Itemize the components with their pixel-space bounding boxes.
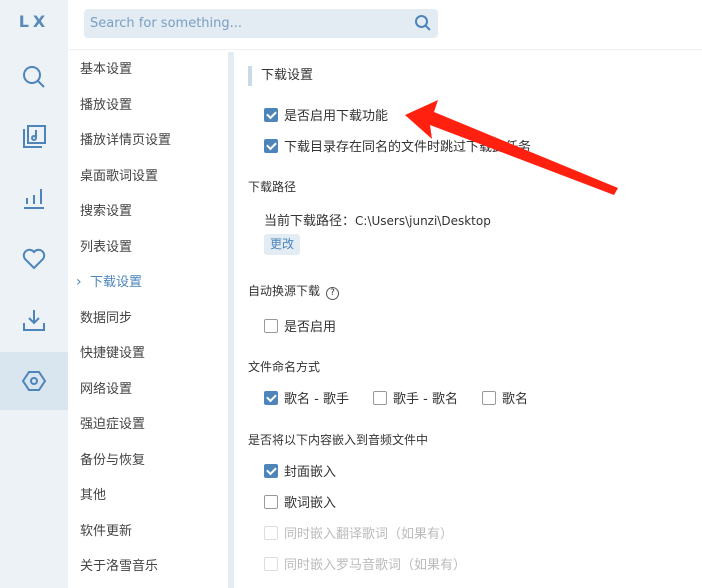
embed-option[interactable]: 歌词嵌入: [264, 492, 336, 511]
embed-option: 同时嵌入罗马音歌词（如果有）: [264, 554, 466, 573]
naming-option[interactable]: 歌手 - 歌名: [373, 388, 458, 407]
path-value: C:\Users\junzi\Desktop: [355, 214, 491, 228]
embed-heading: 是否将以下内容嵌入到音频文件中: [248, 433, 429, 447]
nav-item[interactable]: 软件更新: [68, 514, 228, 550]
checkbox-label: 歌名 - 歌手: [284, 392, 349, 407]
checkbox-box[interactable]: [264, 390, 278, 405]
checkbox-box[interactable]: [264, 107, 278, 122]
skip-existing-checkbox[interactable]: 下载目录存在同名的文件时跳过下载此任务: [264, 136, 531, 155]
checkbox-label: 封面嵌入: [284, 465, 337, 480]
settings-nav: 基本设置播放设置播放详情页设置桌面歌词设置搜索设置列表设置下载设置数据同步快捷键…: [68, 52, 228, 585]
embed-option: 同时嵌入翻译歌词（如果有）: [264, 523, 453, 542]
rail-download[interactable]: [0, 291, 68, 349]
auto-source-checkbox[interactable]: 是否启用: [264, 316, 336, 335]
side-rail: LX: [0, 0, 68, 588]
rail-search[interactable]: [0, 48, 68, 106]
checkbox-box: [264, 525, 278, 540]
naming-option[interactable]: 歌名: [482, 388, 528, 407]
nav-item[interactable]: 数据同步: [68, 301, 228, 337]
checkbox-label: 同时嵌入罗马音歌词（如果有）: [284, 558, 467, 573]
checkbox-box[interactable]: [264, 318, 278, 333]
auto-source-heading: 自动换源下载?: [248, 282, 340, 300]
checkbox-box: [264, 556, 278, 571]
nav-item[interactable]: 下载设置: [68, 265, 228, 301]
checkbox-label: 歌手 - 歌名: [393, 392, 458, 407]
nav-item[interactable]: 备份与恢复: [68, 443, 228, 479]
nav-item[interactable]: 其他: [68, 478, 228, 514]
embed-option[interactable]: 封面嵌入: [264, 461, 336, 480]
heart-icon: [22, 248, 46, 270]
scrollbar[interactable]: [228, 52, 234, 588]
enable-download-checkbox[interactable]: 是否启用下载功能: [264, 105, 388, 124]
nav-item[interactable]: 基本设置: [68, 52, 228, 88]
top-bar: Search for something...: [68, 0, 702, 50]
app-logo: LX: [18, 12, 50, 31]
checkbox-box[interactable]: [264, 494, 278, 509]
current-path: 当前下载路径：C:\Users\junzi\Desktop: [264, 210, 491, 229]
nav-item[interactable]: 搜索设置: [68, 194, 228, 230]
nav-item[interactable]: 网络设置: [68, 372, 228, 408]
heading-text: 自动换源下载: [248, 284, 321, 298]
download-icon: [23, 310, 45, 331]
nav-item[interactable]: 强迫症设置: [68, 407, 228, 443]
rail-settings[interactable]: [0, 352, 68, 410]
search-icon: [23, 66, 45, 88]
naming-option[interactable]: 歌名 - 歌手: [264, 388, 349, 407]
music-library-icon: [23, 125, 46, 148]
nav-item[interactable]: 播放设置: [68, 88, 228, 124]
path-label: 当前下载路径：: [264, 214, 356, 229]
checkbox-box[interactable]: [373, 390, 387, 405]
checkbox-label: 同时嵌入翻译歌词（如果有）: [284, 527, 454, 542]
change-path-button[interactable]: 更改: [264, 234, 301, 255]
nav-item[interactable]: 列表设置: [68, 230, 228, 266]
checkbox-box[interactable]: [264, 463, 278, 478]
nav-item[interactable]: 关于洛雪音乐: [68, 549, 228, 585]
section-title: 下载设置: [248, 66, 313, 86]
checkbox-box[interactable]: [482, 390, 496, 405]
checkbox-box[interactable]: [264, 138, 278, 153]
chart-icon: [24, 189, 44, 209]
rail-library[interactable]: [0, 108, 68, 166]
search-placeholder: Search for something...: [90, 16, 243, 31]
help-icon[interactable]: ?: [326, 287, 340, 300]
settings-icon: [21, 371, 47, 391]
checkbox-label: 是否启用: [284, 320, 337, 335]
rail-favorites[interactable]: [0, 230, 68, 288]
nav-item[interactable]: 桌面歌词设置: [68, 159, 228, 195]
naming-heading: 文件命名方式: [248, 360, 321, 374]
search-icon[interactable]: [414, 14, 432, 32]
checkbox-label: 是否启用下载功能: [284, 109, 389, 124]
rail-charts[interactable]: [0, 169, 68, 227]
checkbox-label: 歌名: [502, 392, 529, 407]
nav-item[interactable]: 快捷键设置: [68, 336, 228, 372]
path-heading: 下载路径: [248, 180, 297, 194]
checkbox-label: 下载目录存在同名的文件时跳过下载此任务: [284, 140, 532, 155]
checkbox-label: 歌词嵌入: [284, 496, 337, 511]
nav-item[interactable]: 播放详情页设置: [68, 123, 228, 159]
search-input[interactable]: Search for something...: [84, 9, 438, 38]
